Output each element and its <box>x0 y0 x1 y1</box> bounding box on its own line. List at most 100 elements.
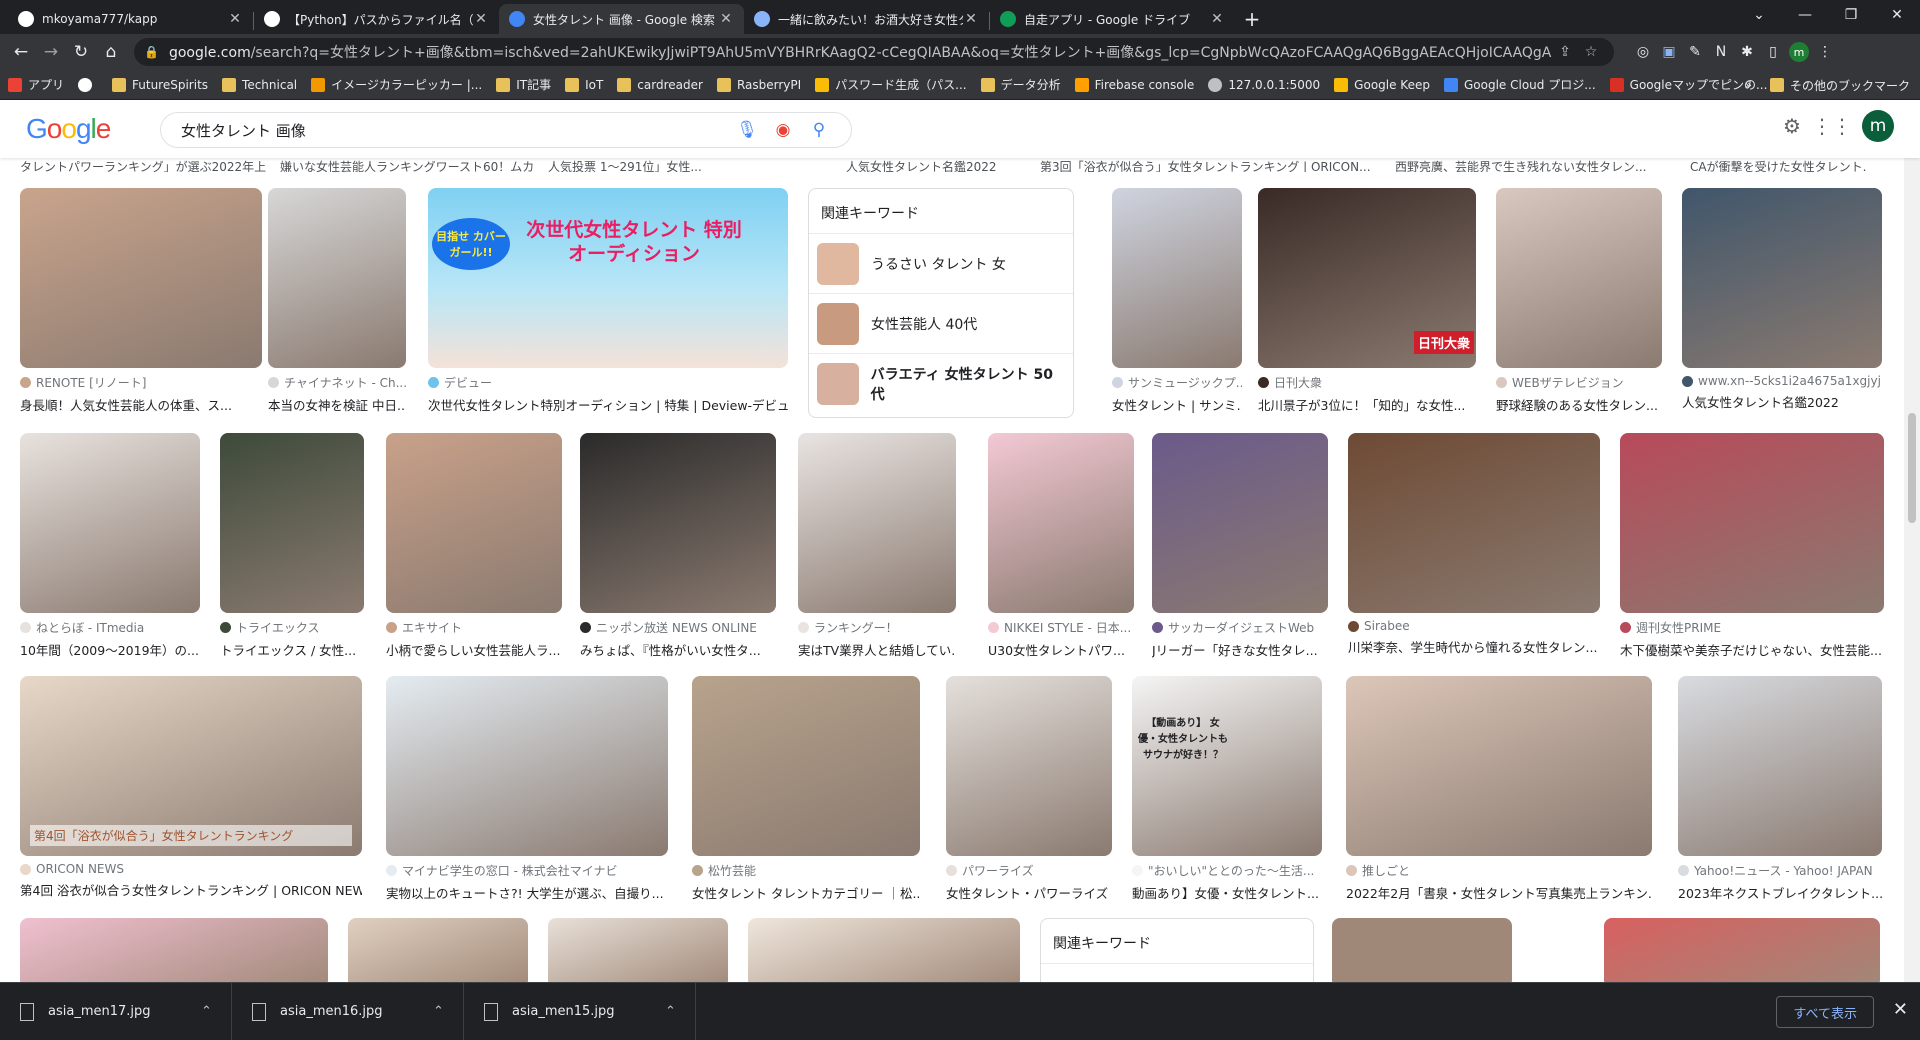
lens-camera-icon[interactable]: ◉ <box>765 120 801 140</box>
share-icon[interactable]: ⇪ <box>1552 44 1578 60</box>
show-all-downloads-button[interactable]: すべて表示 <box>1776 996 1874 1028</box>
result-caption[interactable]: 女性タレント タレントカテゴリー ｜松... <box>692 883 920 902</box>
chevron-up-icon[interactable]: ⌃ <box>201 1004 231 1019</box>
result-caption[interactable]: 実物以上のキュートさ?! 大学生が選ぶ、自撮り... <box>386 883 668 902</box>
bookmark-item[interactable]: Google Keep <box>1334 77 1430 92</box>
image-result-card[interactable]: Yahoo!ニュース - Yahoo! JAPAN 2023年ネクストブレイクタレ… <box>1678 676 1882 902</box>
result-thumbnail[interactable] <box>798 433 956 613</box>
related-keyword-item[interactable]: バラエティ 女性タレント 50代 <box>809 354 1073 414</box>
result-thumbnail[interactable]: 【動画あり】 女優・女性タレントも サウナが好き！？ <box>1132 676 1322 856</box>
partial-result-caption[interactable]: タレントパワーランキング」が選ぶ2022年上半期に... <box>20 158 266 172</box>
result-caption[interactable]: トライエックス / 女性... <box>220 640 364 659</box>
result-thumbnail[interactable] <box>20 188 262 368</box>
partial-result-caption[interactable]: 人気女性タレント名鑑2022 <box>846 158 1026 172</box>
result-source[interactable]: ねとらぼ - ITmedia <box>20 619 200 636</box>
image-result-card[interactable]: チャイナネット - Ch... 本当の女神を検証 中日... <box>268 188 406 414</box>
result-thumbnail[interactable] <box>580 433 776 613</box>
result-source[interactable]: マイナビ学生の窓口 - 株式会社マイナビ <box>386 862 668 879</box>
result-caption[interactable]: 野球経験のある女性タレン... <box>1496 395 1662 414</box>
result-source[interactable]: WEBザテレビジョン <box>1496 374 1662 391</box>
image-result-card[interactable]: パワーライズ 女性タレント・パワーライズ <box>946 676 1112 902</box>
image-result-card[interactable]: マイナビ学生の窓口 - 株式会社マイナビ 実物以上のキュートさ?! 大学生が選ぶ、… <box>386 676 668 902</box>
image-result-card[interactable]: 推しごと 2022年2月「書泉・女性タレント写真集売上ランキン... <box>1346 676 1652 902</box>
close-tab-icon[interactable]: ✕ <box>718 11 734 27</box>
extension-icon[interactable]: ◎ <box>1630 39 1656 65</box>
result-thumbnail[interactable] <box>946 676 1112 856</box>
bookmark-item[interactable]: Technical <box>222 77 297 92</box>
result-thumbnail[interactable] <box>1496 188 1662 368</box>
result-caption[interactable]: 本当の女神を検証 中日... <box>268 395 406 414</box>
result-caption[interactable]: 川栄李奈、学生時代から憧れる女性タレン... <box>1348 637 1600 656</box>
new-tab-button[interactable]: + <box>1235 4 1269 34</box>
result-caption[interactable]: みちょぱ、『性格がいい女性タ... <box>580 640 776 659</box>
result-thumbnail[interactable] <box>1682 188 1882 368</box>
forward-button[interactable]: → <box>36 37 66 67</box>
browser-tab[interactable]: mkoyama777/kapp ✕ <box>8 4 253 34</box>
result-source[interactable]: Yahoo!ニュース - Yahoo! JAPAN <box>1678 862 1882 879</box>
result-caption[interactable]: 動画あり】女優・女性タレント... <box>1132 883 1322 902</box>
result-thumbnail[interactable] <box>386 676 668 856</box>
bookmark-item[interactable]: パスワード生成（パス... <box>815 76 967 93</box>
result-thumbnail[interactable] <box>988 433 1134 613</box>
partial-result-thumbnail[interactable] <box>1604 918 1880 982</box>
result-thumbnail[interactable] <box>1346 676 1652 856</box>
result-caption[interactable]: 実はTV業界人と結婚してい... <box>798 640 956 659</box>
browser-tab[interactable]: 一緒に飲みたい！お酒大好き女性タ ✕ <box>744 4 989 34</box>
voice-search-icon[interactable]: 🎙 <box>729 120 765 140</box>
result-thumbnail[interactable] <box>1620 433 1884 613</box>
image-result-card[interactable]: 週刊女性PRIME 木下優樹菜や美奈子だけじゃない、女性芸能... <box>1620 433 1884 659</box>
result-caption[interactable]: 木下優樹菜や美奈子だけじゃない、女性芸能... <box>1620 640 1884 659</box>
chevron-up-icon[interactable]: ⌃ <box>665 1004 695 1019</box>
result-source[interactable]: サンミュージックプ... <box>1112 374 1242 391</box>
bookmarks-more-button[interactable]: » <box>1745 78 1752 92</box>
result-source[interactable]: ランキングー！ <box>798 619 956 636</box>
result-source[interactable]: "おいしい"ととのった〜生活... <box>1132 862 1322 879</box>
google-logo[interactable]: Google <box>26 113 111 145</box>
partial-result-caption[interactable]: 第3回「浴衣が似合う」女性タレントランキング | ORICON... <box>1040 158 1381 172</box>
image-result-card[interactable]: サッカーダイジェストWeb Jリーガー「好きな女性タレ... <box>1152 433 1328 659</box>
result-caption[interactable]: 女性タレント | サンミ... <box>1112 395 1242 414</box>
image-result-card[interactable]: RENOTE [リノート] 身長順！人気女性芸能人の体重、ス... <box>20 188 262 414</box>
result-thumbnail[interactable] <box>1152 433 1328 613</box>
image-result-card[interactable]: 【動画あり】 女優・女性タレントも サウナが好き！？ "おいしい"ととのった〜生活… <box>1132 676 1322 902</box>
result-source[interactable]: トライエックス <box>220 619 364 636</box>
result-caption[interactable]: Jリーガー「好きな女性タレ... <box>1152 640 1328 659</box>
bookmark-item[interactable]: イメージカラーピッカー |... <box>311 76 482 93</box>
result-source[interactable]: パワーライズ <box>946 862 1112 879</box>
result-caption[interactable]: 人気女性タレント名鑑2022 <box>1682 392 1882 411</box>
result-caption[interactable]: 2022年2月「書泉・女性タレント写真集売上ランキン... <box>1346 883 1652 902</box>
result-thumbnail[interactable] <box>386 433 562 613</box>
result-caption[interactable]: U30女性タレントパワ... <box>988 640 1134 659</box>
download-item[interactable]: asia_men16.jpg ⌃ <box>232 982 464 1040</box>
browser-tab[interactable]: 【Python】パスからファイル名（拡張子 ✕ <box>254 4 499 34</box>
partial-result-thumbnail[interactable] <box>1332 918 1512 982</box>
close-tab-icon[interactable]: ✕ <box>473 11 489 27</box>
result-caption[interactable]: 小柄で愛らしい女性芸能人ラ... <box>386 640 562 659</box>
google-apps-icon[interactable]: ⋮⋮ <box>1812 114 1852 138</box>
download-item[interactable]: asia_men17.jpg ⌃ <box>0 982 232 1040</box>
result-source[interactable]: 推しごと <box>1346 862 1652 879</box>
result-source[interactable]: デビュー <box>428 374 788 391</box>
result-thumbnail[interactable]: 日刊大衆 <box>1258 188 1476 368</box>
home-button[interactable]: ⌂ <box>96 37 126 67</box>
image-result-card[interactable]: ニッポン放送 NEWS ONLINE みちょぱ、『性格がいい女性タ... <box>580 433 776 659</box>
result-thumbnail[interactable] <box>268 188 406 368</box>
image-result-card[interactable]: トライエックス トライエックス / 女性... <box>220 433 364 659</box>
close-window-button[interactable]: ✕ <box>1874 0 1920 30</box>
result-source[interactable]: NIKKEI STYLE - 日本... <box>988 619 1134 636</box>
image-result-card[interactable]: WEBザテレビジョン 野球経験のある女性タレン... <box>1496 188 1662 414</box>
result-caption[interactable]: 身長順！人気女性芸能人の体重、ス... <box>20 395 262 414</box>
partial-result-caption[interactable]: CAが衝撃を受けた女性タレント... <box>1690 158 1866 172</box>
bookmark-item[interactable]: 127.0.0.1:5000 <box>1208 77 1320 92</box>
profile-button[interactable]: m <box>1786 39 1812 65</box>
result-thumbnail[interactable] <box>1678 676 1882 856</box>
address-bar[interactable]: 🔒 google.com/search?q=女性タレント+画像&tbm=isch… <box>134 38 1614 66</box>
result-thumbnail[interactable] <box>1348 433 1600 613</box>
bookmark-item[interactable]: IT記事 <box>496 76 551 93</box>
result-thumbnail[interactable] <box>692 676 920 856</box>
close-download-bar-icon[interactable]: ✕ <box>1893 999 1908 1020</box>
related-keyword-item[interactable]: うるさい タレント 女 <box>809 234 1073 294</box>
menu-kebab-icon[interactable]: ⋮ <box>1812 39 1838 65</box>
result-caption[interactable]: 2023年ネクストブレイクタレント... <box>1678 883 1882 902</box>
partial-result-thumbnail[interactable] <box>20 918 328 982</box>
